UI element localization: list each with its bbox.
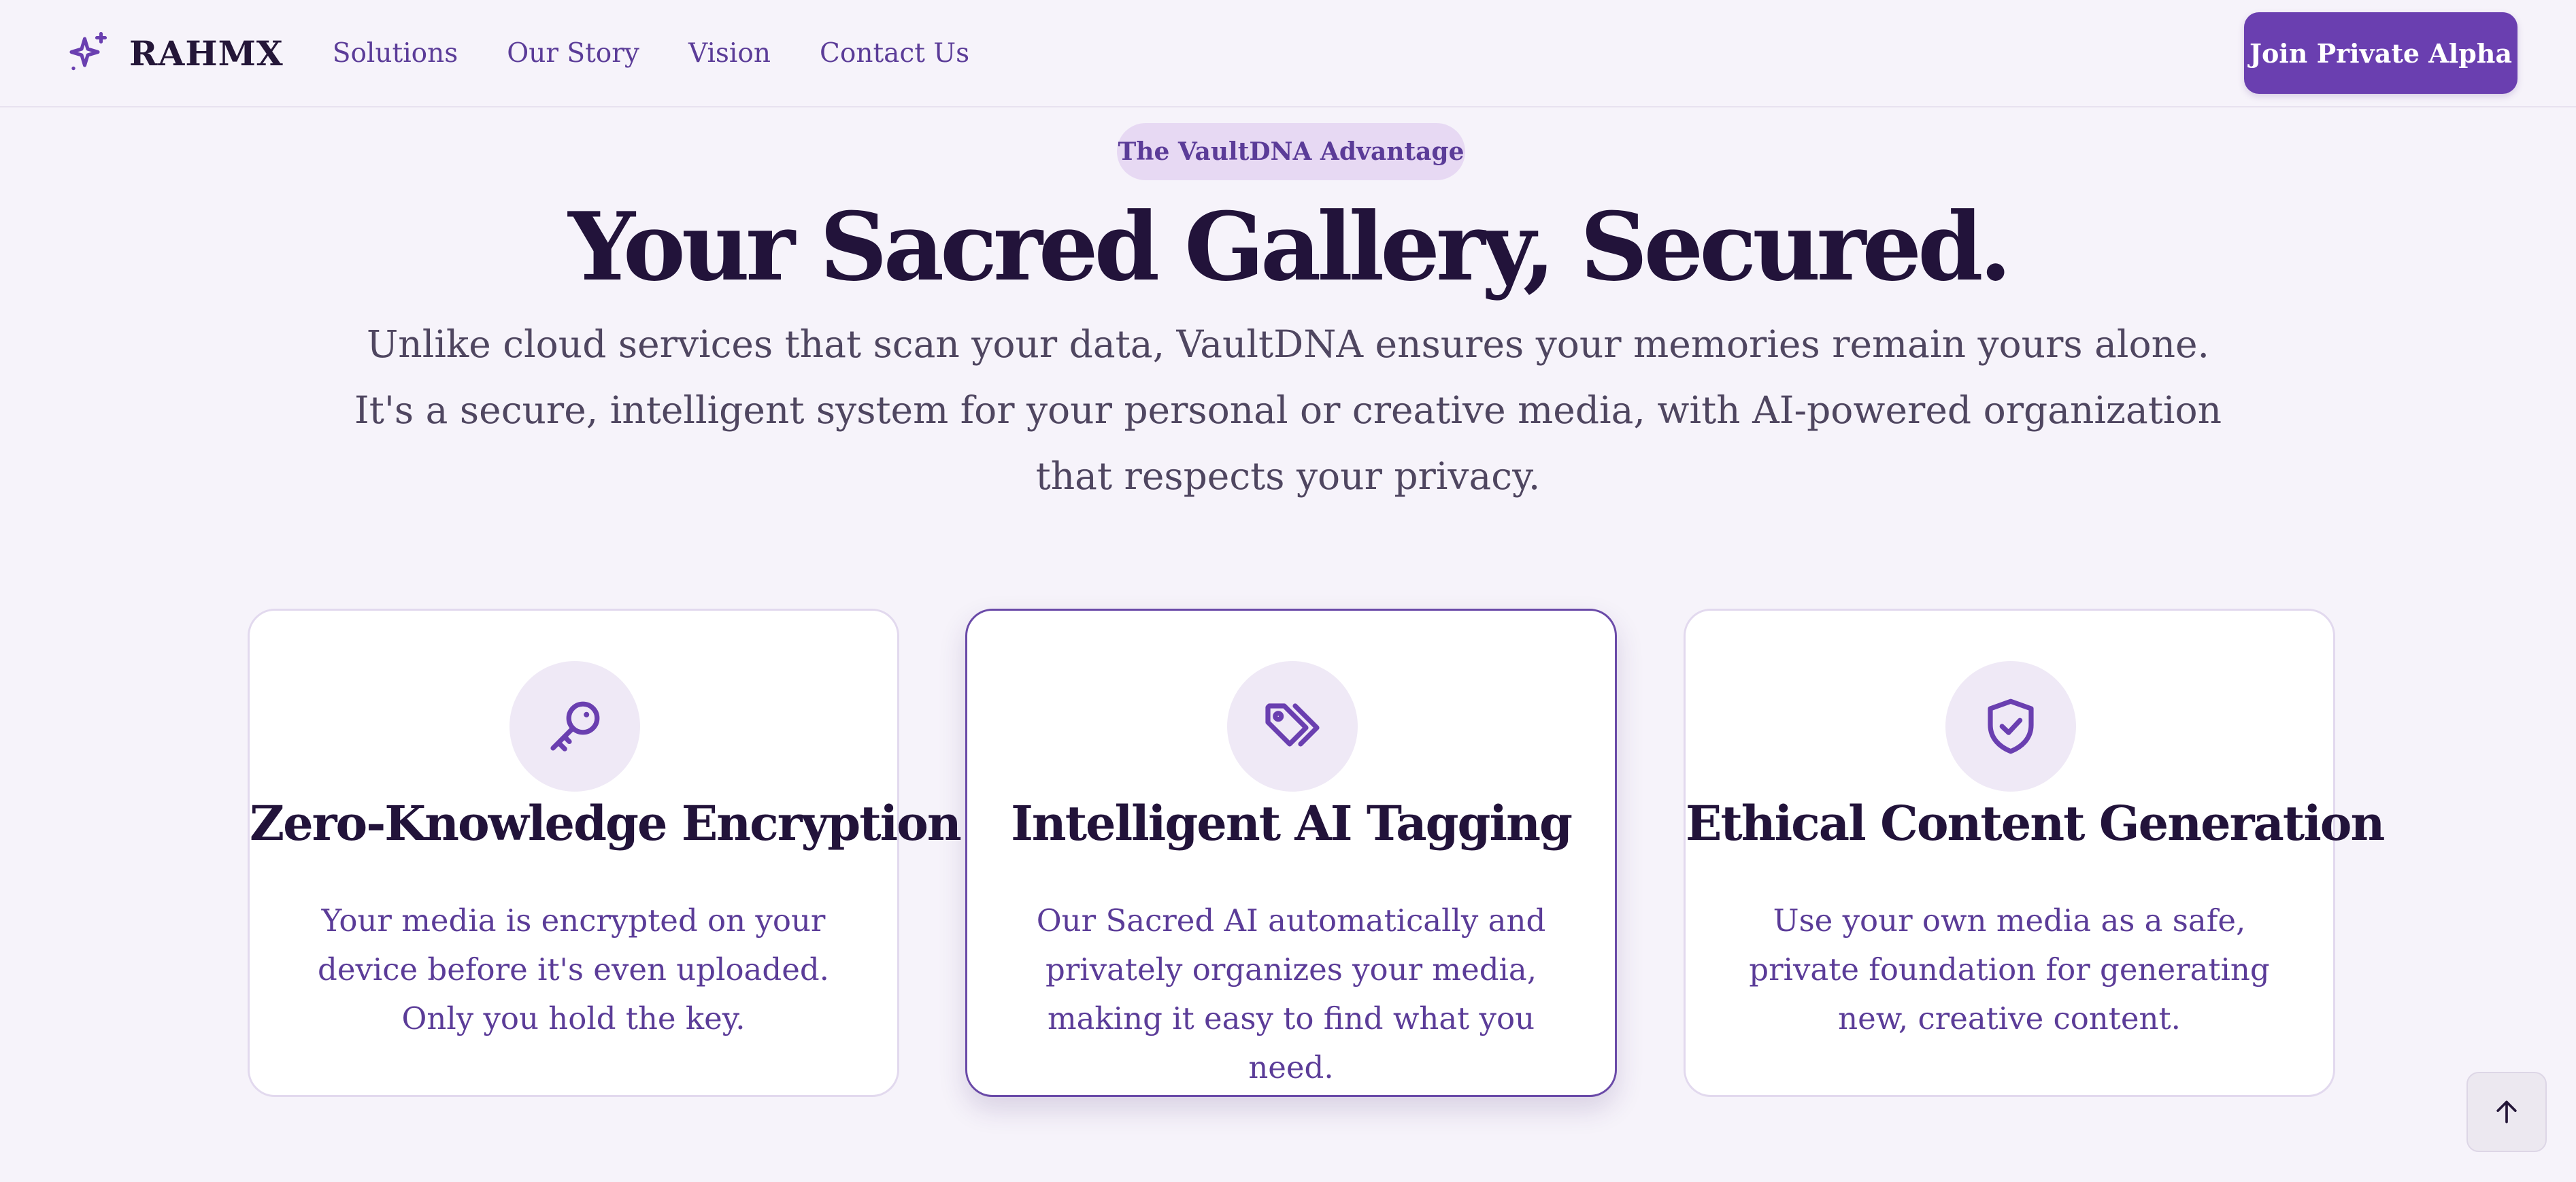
brand-logo[interactable]: RAHMX: [65, 29, 284, 78]
feature-description: Your media is encrypted on your device b…: [318, 902, 829, 1036]
nav-links: Solutions Our Story Vision Contact Us: [333, 38, 969, 69]
nav-link-vision[interactable]: Vision: [688, 38, 771, 69]
feature-description: Use your own media as a safe, private fo…: [1749, 902, 2270, 1036]
nav-link-our-story[interactable]: Our Story: [507, 38, 639, 69]
hero-subtitle: Unlike cloud services that scan your dat…: [354, 322, 2222, 498]
brand-name: RAHMX: [129, 33, 284, 73]
section-badge: The VaultDNA Advantage: [1117, 123, 1465, 180]
arrow-up-icon: [2496, 1100, 2517, 1124]
sparkles-icon: [69, 31, 107, 71]
feature-card-content-generation[interactable]: Ethical Content Generation Use your own …: [1684, 609, 2385, 1097]
feature-icon-circle: [1227, 661, 1358, 792]
feature-card-ai-tagging[interactable]: Intelligent AI Tagging Our Sacred AI aut…: [965, 609, 1617, 1097]
nav-link-contact-us[interactable]: Contact Us: [820, 38, 969, 69]
page: RAHMX Solutions Our Story Vision Contact…: [0, 0, 2576, 1182]
feature-title: Intelligent AI Tagging: [1011, 795, 1573, 851]
key-icon: [550, 701, 600, 752]
hero-title: Your Sacred Gallery, Secured.: [568, 191, 2011, 302]
feature-description: Our Sacred AI automatically and privatel…: [1036, 902, 1546, 1085]
feature-icon-circle: [509, 661, 640, 792]
top-navbar: RAHMX Solutions Our Story Vision Contact…: [0, 0, 2576, 107]
feature-title: Zero-Knowledge Encryption: [250, 795, 962, 851]
nav-link-solutions[interactable]: Solutions: [333, 38, 458, 69]
feature-card-encryption[interactable]: Zero-Knowledge Encryption Your media is …: [248, 609, 962, 1097]
scroll-to-top-button[interactable]: [2466, 1072, 2547, 1152]
shield-check-icon: [1988, 698, 2034, 754]
join-private-alpha-button[interactable]: Join Private Alpha: [2244, 12, 2518, 94]
feature-icon-circle: [1945, 661, 2076, 792]
feature-title: Ethical Content Generation: [1686, 795, 2385, 851]
tags-icon: [1265, 703, 1320, 747]
